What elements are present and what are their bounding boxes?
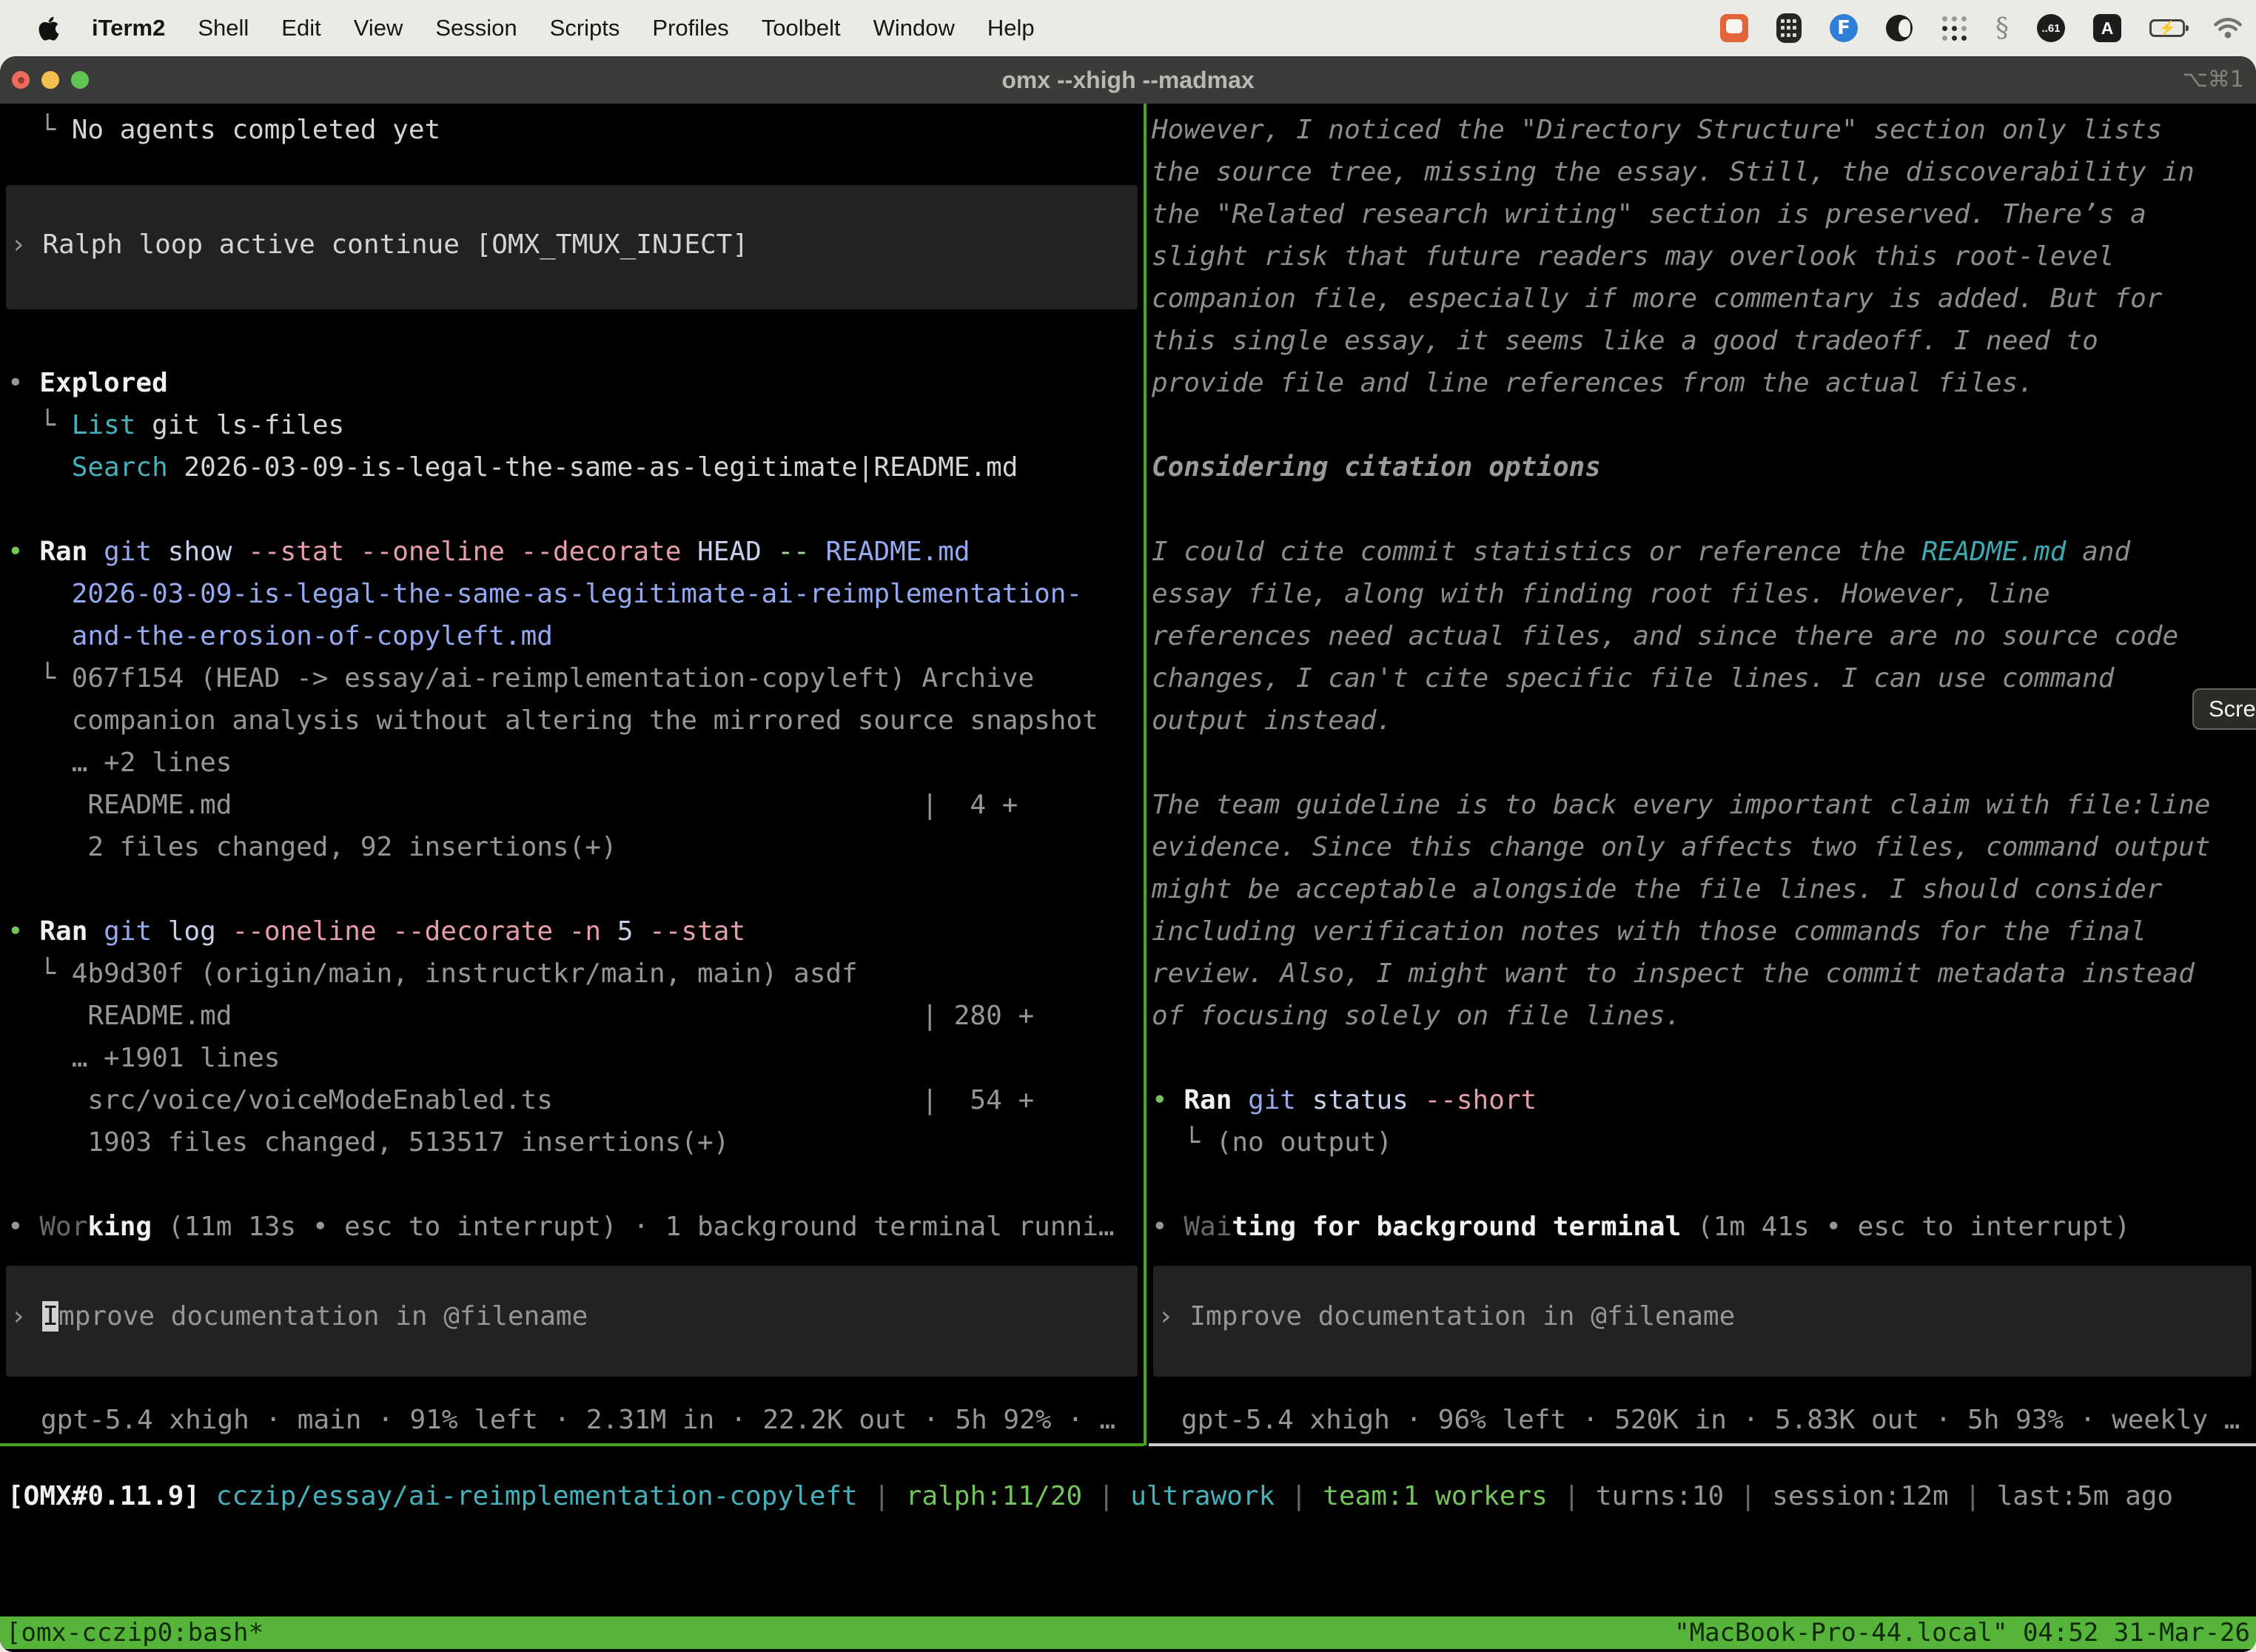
left-prompt-input[interactable]: › Improve documentation in @filename xyxy=(6,1266,1138,1377)
terminal-line: 2026-03-09-is-legal-the-same-as-legitima… xyxy=(7,573,1082,615)
terminal-line: evidence. Since this change only affects… xyxy=(1152,826,2210,868)
chat-icon[interactable] xyxy=(1720,14,1748,42)
terminal-line: • Ran git status --short xyxy=(1152,1079,1537,1121)
ralph-loop-queued-prompt-box: › Ralph loop active continue [OMX_TMUX_I… xyxy=(6,185,1138,309)
menu-iterm2[interactable]: iTerm2 xyxy=(92,15,165,41)
terminal-line: 2 files changed, 92 insertions(+) xyxy=(7,826,617,868)
left-agent-pane[interactable]: › Ralph loop active continue [OMX_TMUX_I… xyxy=(0,104,1144,1443)
menu-toolbelt[interactable]: Toolbelt xyxy=(762,15,841,41)
squiggle-icon[interactable]: § xyxy=(1995,13,2009,44)
terminal-line: review. Also, I might want to inspect th… xyxy=(1152,953,2195,995)
terminal-line: the "Related research writing" section i… xyxy=(1152,193,2146,235)
menu-edit[interactable]: Edit xyxy=(281,15,320,41)
menu-profiles[interactable]: Profiles xyxy=(652,15,728,41)
menu-bar: iTerm2 Shell Edit View Session Scripts Profile… xyxy=(0,0,2256,56)
menu-items: iTerm2 Shell Edit View Session Scripts Profile… xyxy=(0,15,1035,41)
terminal-line: including verification notes with those … xyxy=(1152,910,2146,953)
terminal-line: └ List git ls-files xyxy=(7,404,344,446)
wifi-icon[interactable] xyxy=(2213,16,2243,40)
terminal-line: • Ran git log --oneline --decorate -n 5 … xyxy=(7,910,745,953)
terminal-line: README.md | 4 + xyxy=(7,784,1018,826)
terminal-line: └ (no output) xyxy=(1152,1121,1392,1164)
menu-window[interactable]: Window xyxy=(873,15,955,41)
bolt-badge-icon[interactable]: Ϝ xyxy=(1830,14,1858,42)
terminal-line: Considering citation options xyxy=(1152,446,1601,488)
terminal-line: changes, I can't cite specific file line… xyxy=(1152,657,2114,699)
window-title: omx --xhigh --madmax xyxy=(0,56,2256,104)
screen-tooltip: Scre xyxy=(2192,688,2256,730)
terminal-line: README.md | 280 + xyxy=(7,995,1034,1037)
tmux-host-clock: "MacBook-Pro-44.local" 04:52 31-Mar-26 xyxy=(1674,1616,2250,1649)
apple-icon[interactable] xyxy=(37,16,59,41)
pane-divider[interactable] xyxy=(1144,104,1147,1446)
terminal-line: └ 067f154 (HEAD -> essay/ai-reimplementa… xyxy=(7,657,1034,699)
right-agent-pane[interactable]: › Improve documentation in @filename gpt… xyxy=(1149,104,2256,1443)
terminal-line: companion analysis without altering the … xyxy=(7,699,1098,742)
right-pane-bottom-border xyxy=(1149,1443,2256,1446)
tmux-status-bar: [omx-cczip0:bash* "MacBook-Pro-44.local"… xyxy=(0,1616,2256,1649)
terminal-line: However, I noticed the "Directory Struct… xyxy=(1152,109,2162,151)
terminal-line: and-the-erosion-of-copyleft.md xyxy=(7,615,553,657)
keyboard-a-icon[interactable]: A xyxy=(2093,14,2121,42)
terminal-line: • Explored xyxy=(7,362,168,404)
terminal-line: … +2 lines xyxy=(7,742,232,784)
badge-61-icon[interactable]: ..61 xyxy=(2037,14,2065,42)
terminal-line: provide file and line references from th… xyxy=(1152,362,2034,404)
right-prompt-input[interactable]: › Improve documentation in @filename xyxy=(1153,1266,2252,1377)
terminal-line: gpt-5.4 xhigh · 96% left · 520K in · 5.8… xyxy=(1181,1399,2240,1441)
menu-status-icons: Ϝ § ..61 A ⚡ xyxy=(1720,0,2243,56)
terminal-line: • Ran git show --stat --oneline --decora… xyxy=(7,531,970,573)
terminal-line: of focusing solely on file lines. xyxy=(1152,995,1681,1037)
tmux-session-label: [omx-cczip0:bash* xyxy=(6,1616,263,1649)
terminal-line: • Working (11m 13s • esc to interrupt) ·… xyxy=(7,1206,1115,1248)
title-bar[interactable]: omx --xhigh --madmax ⌥⌘1 xyxy=(0,56,2256,104)
menu-help[interactable]: Help xyxy=(987,15,1035,41)
terminal-area: › Ralph loop active continue [OMX_TMUX_I… xyxy=(0,104,2256,1652)
terminal-line: essay file, along with finding root file… xyxy=(1152,573,2050,615)
menu-scripts[interactable]: Scripts xyxy=(550,15,620,41)
window-shortcut-badge: ⌥⌘1 xyxy=(2182,56,2244,104)
terminal-line: companion file, especially if more comme… xyxy=(1152,278,2162,320)
terminal-line: › Ralph loop active continue [OMX_TMUX_I… xyxy=(10,224,748,266)
terminal-line: › Improve documentation in @filename xyxy=(1158,1295,1735,1337)
terminal-line: src/voice/voiceModeEnabled.ts | 54 + xyxy=(7,1079,1034,1121)
terminal-line: Search 2026-03-09-is-legal-the-same-as-l… xyxy=(7,446,1018,488)
terminal-line: The team guideline is to back every impo… xyxy=(1152,784,2210,826)
terminal-line: might be acceptable alongside the file l… xyxy=(1152,868,2162,910)
terminal-line: gpt-5.4 xhigh · main · 91% left · 2.31M … xyxy=(41,1399,1115,1441)
iterm2-window: omx --xhigh --madmax ⌥⌘1 › Ralph loop ac… xyxy=(0,56,2256,1652)
terminal-line: [OMX#0.11.9] cczip/essay/ai-reimplementa… xyxy=(7,1475,2173,1517)
terminal-line: └ No agents completed yet xyxy=(7,109,440,151)
terminal-line: 1903 files changed, 513517 insertions(+) xyxy=(7,1121,729,1164)
terminal-line: └ 4b9d30f (origin/main, instructkr/main,… xyxy=(7,953,858,995)
terminal-line: slight risk that future readers may over… xyxy=(1152,235,2114,278)
terminal-line: › Improve documentation in @filename xyxy=(10,1295,588,1337)
terminal-line: output instead. xyxy=(1152,699,1392,742)
terminal-line: I could cite commit statistics or refere… xyxy=(1152,531,2130,573)
battery-charging-icon[interactable]: ⚡ xyxy=(2149,19,2185,37)
menu-view[interactable]: View xyxy=(354,15,403,41)
terminal-line: • Waiting for background terminal (1m 41… xyxy=(1152,1206,2130,1248)
terminal-line: references need actual files, and since … xyxy=(1152,615,2178,657)
pie-crescent-icon[interactable] xyxy=(1886,15,1913,41)
dots-grid-icon[interactable] xyxy=(1941,15,1967,41)
terminal-line: … +1901 lines xyxy=(7,1037,280,1079)
waffle-grid-icon[interactable] xyxy=(1776,13,1802,43)
left-pane-bottom-border xyxy=(0,1443,1144,1446)
menu-shell[interactable]: Shell xyxy=(198,15,249,41)
menu-session[interactable]: Session xyxy=(435,15,517,41)
terminal-line: this single essay, it seems like a good … xyxy=(1152,320,2098,362)
omx-status-bar: [OMX#0.11.9] cczip/essay/ai-reimplementa… xyxy=(0,1465,2256,1517)
terminal-line: the source tree, missing the essay. Stil… xyxy=(1152,151,2195,193)
